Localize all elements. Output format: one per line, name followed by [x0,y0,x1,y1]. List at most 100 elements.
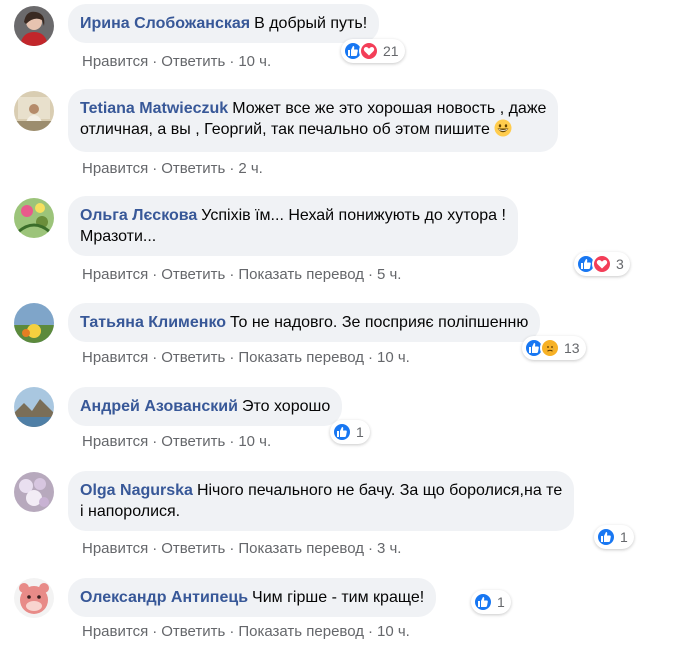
author-name[interactable]: Олександр Антипець [80,589,248,606]
reply-link[interactable]: Ответить [161,53,225,70]
timestamp-link[interactable]: 10 ч. [377,349,410,366]
translate-link[interactable]: Показать перевод [238,349,364,366]
like-link[interactable]: Нравится [82,623,148,640]
like-reaction-icon [332,422,352,442]
timestamp-link[interactable]: 10 ч. [238,433,271,450]
reaction-summary[interactable]: 13 [522,336,586,360]
like-link[interactable]: Нравится [82,540,148,557]
comment-actions: Нравится · Ответить · 10 ч. [82,433,271,450]
like-reaction-icon [473,592,493,612]
reaction-summary[interactable]: 1 [594,525,634,549]
love-reaction-icon [592,254,612,274]
timestamp-link[interactable]: 3 ч. [377,540,402,557]
translate-link[interactable]: Показать перевод [238,540,364,557]
separator-dot: · [229,266,235,283]
comment-text: Чим гірше - тим краще! [252,589,425,606]
like-link[interactable]: Нравится [82,433,148,450]
reply-link[interactable]: Ответить [161,266,225,283]
author-name[interactable]: Ирина Слобожанская [80,15,250,32]
separator-dot: · [367,623,373,640]
avatar[interactable] [14,472,54,512]
comment-text: То не надовго. Зе посприяє поліпшенню [230,314,529,331]
separator-dot: · [367,266,373,283]
reaction-summary[interactable]: 21 [341,39,405,63]
reply-link[interactable]: Ответить [161,623,225,640]
separator-dot: · [367,540,373,557]
author-name[interactable]: Андрей Азованский [80,398,238,415]
sad-reaction-icon [540,338,560,358]
comment-text: Нічого печального не бачу. За що боролис… [196,482,563,499]
reaction-summary[interactable]: 1 [471,590,511,614]
reaction-count: 21 [383,43,399,59]
separator-dot: · [152,540,158,557]
reply-link[interactable]: Ответить [161,540,225,557]
reaction-summary[interactable]: 1 [330,420,370,444]
comment-bubble: Андрей Азованский Это хорошо [68,387,343,426]
comment-bubble: Ольга Лєскова Успіхів їм... Нехай понижую… [68,196,518,256]
comment-text: В добрый путь! [254,15,368,32]
avatar[interactable] [14,91,54,131]
separator-dot: · [229,623,235,640]
comment-bubble: Ирина Слобожанская В добрый путь! [68,4,380,43]
like-link[interactable]: Нравится [82,53,148,70]
like-reaction-icon [596,527,616,547]
timestamp-link[interactable]: 10 ч. [377,623,410,640]
separator-dot: · [152,266,158,283]
grinning-face-emoji-icon [494,119,512,143]
separator-dot: · [152,433,158,450]
reply-link[interactable]: Ответить [161,160,225,177]
comment-actions: Нравится · Ответить · 2 ч. [82,160,263,177]
author-name[interactable]: Olga Nagurska [80,482,193,499]
separator-dot: · [152,160,158,177]
like-link[interactable]: Нравится [82,266,148,283]
comment-actions: Нравится · Ответить · 10 ч. [82,53,271,70]
timestamp-link[interactable]: 10 ч. [238,53,271,70]
like-link[interactable]: Нравится [82,349,148,366]
reaction-count: 3 [616,256,624,272]
timestamp-link[interactable]: 2 ч. [238,160,263,177]
reply-link[interactable]: Ответить [161,433,225,450]
separator-dot: · [229,160,235,177]
comment-text: Успіхів їм... Нехай понижують до хутора … [201,207,506,224]
separator-dot: · [229,540,235,557]
comment-bubble: Татьяна Клименко То не надовго. Зе поспри… [68,303,541,342]
separator-dot: · [152,53,158,70]
comment-text: отличная, а вы , Георгий, так печально о… [80,121,490,138]
separator-dot: · [152,349,158,366]
reply-link[interactable]: Ответить [161,349,225,366]
reaction-count: 1 [497,594,505,610]
comment-actions: Нравится · Ответить · Показать перевод · 10 ч. [82,623,410,640]
comment-text: Это хорошо [241,398,331,415]
comment-actions: Нравится · Ответить · Показать перевод · 5 ч. [82,266,401,283]
author-name[interactable]: Ольга Лєскова [80,207,197,224]
author-name[interactable]: Tetiana Matwieczuk [80,100,228,117]
separator-dot: · [229,349,235,366]
comment-bubble: Tetiana Matwieczuk Может все же это хорош… [68,89,559,152]
comment-actions: Нравится · Ответить · Показать перевод · 3 ч. [82,540,401,557]
translate-link[interactable]: Показать перевод [238,266,364,283]
avatar[interactable] [14,6,54,46]
avatar[interactable] [14,198,54,238]
separator-dot: · [367,349,373,366]
separator-dot: · [152,623,158,640]
separator-dot: · [229,53,235,70]
avatar[interactable] [14,387,54,427]
reaction-summary[interactable]: 3 [574,252,630,276]
avatar[interactable] [14,578,54,618]
timestamp-link[interactable]: 5 ч. [377,266,402,283]
reaction-count: 1 [620,529,628,545]
reaction-count: 1 [356,424,364,440]
separator-dot: · [229,433,235,450]
love-reaction-icon [359,41,379,61]
avatar[interactable] [14,303,54,343]
comment-text: Может все же это хорошая новость , даже [232,100,547,117]
comment-text: Мразоти... [80,228,157,245]
author-name[interactable]: Татьяна Клименко [80,314,226,331]
comment-actions: Нравится · Ответить · Показать перевод · 10 ч. [82,349,410,366]
comment-bubble: Олександр Антипець Чим гірше - тим краще! [68,578,437,617]
reaction-count: 13 [564,340,580,356]
comment-text: і напоролися. [80,503,181,520]
comment-bubble: Olga Nagurska Нічого печального не бачу. … [68,471,575,531]
like-link[interactable]: Нравится [82,160,148,177]
translate-link[interactable]: Показать перевод [238,623,364,640]
